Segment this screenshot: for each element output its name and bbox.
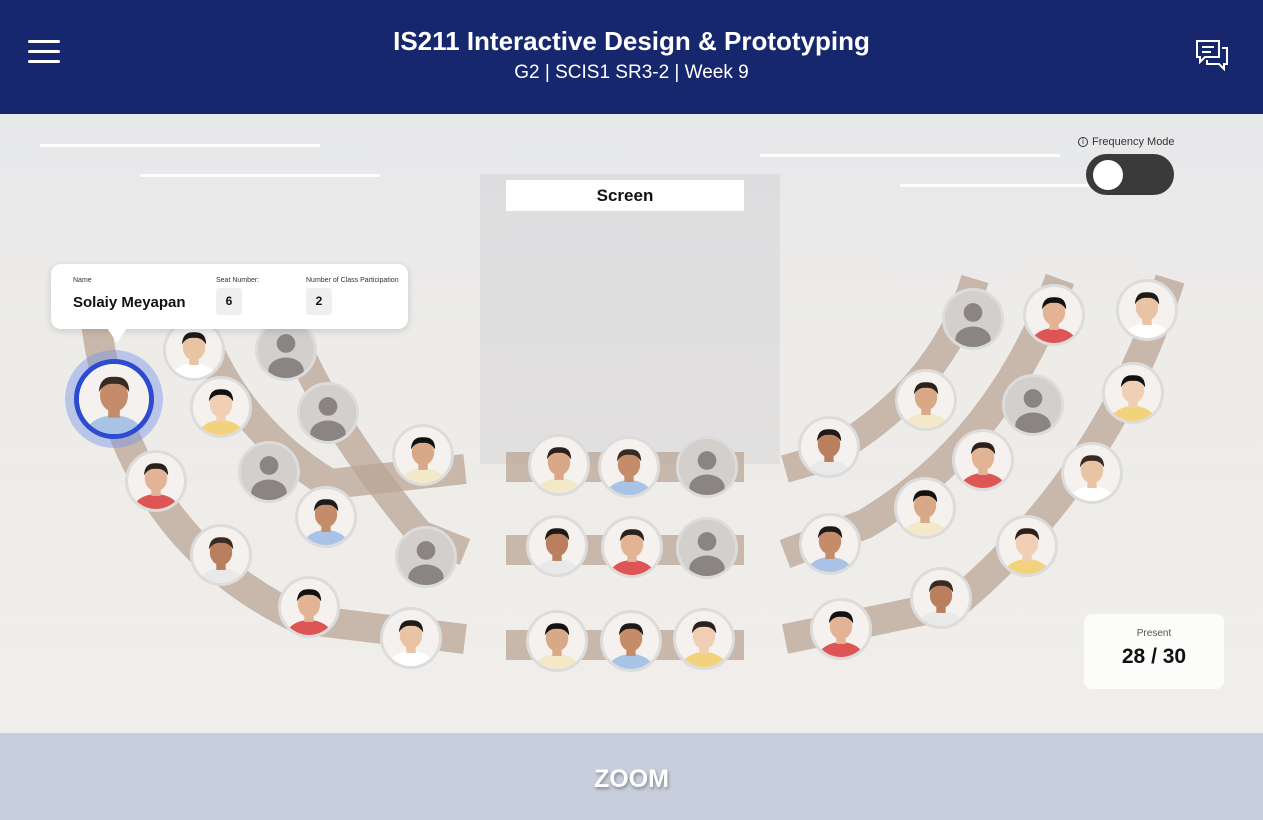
empty-seat[interactable] [676,436,738,498]
student-seat[interactable] [1116,279,1178,341]
empty-seat[interactable] [942,288,1004,350]
course-title: IS211 Interactive Design & Prototyping [393,26,870,56]
student-photo [193,379,249,435]
student-photo [813,601,869,657]
name-label: Name [73,277,92,284]
student-seat[interactable] [528,434,590,496]
student-photo [395,427,451,483]
selected-student-seat[interactable] [74,359,154,439]
user-placeholder-icon [398,529,454,585]
student-photo [601,439,657,495]
student-photo [79,364,149,434]
student-seat[interactable] [894,477,956,539]
student-photo [603,613,659,669]
student-seat[interactable] [895,369,957,431]
student-photo [604,519,660,575]
app-header: IS211 Interactive Design & Prototyping G… [0,0,1263,114]
student-seat[interactable] [392,424,454,486]
student-seat[interactable] [190,524,252,586]
student-photo [529,518,585,574]
seat-number-value: 6 [216,288,242,315]
student-seat[interactable] [673,608,735,670]
zoom-button[interactable]: ZOOM [594,765,669,794]
student-seat[interactable] [380,607,442,669]
student-seat[interactable] [125,450,187,512]
student-seat[interactable] [598,436,660,498]
chat-bubbles-icon[interactable] [1194,38,1230,74]
student-photo [955,432,1011,488]
user-placeholder-icon [945,291,1001,347]
student-seat[interactable] [295,486,357,548]
student-seat[interactable] [910,567,972,629]
empty-seat[interactable] [676,517,738,579]
student-photo [801,419,857,475]
user-placeholder-icon [1005,377,1061,433]
empty-seat[interactable] [297,382,359,444]
student-seat[interactable] [526,610,588,672]
student-photo [166,322,222,378]
student-photo [529,613,585,669]
student-photo [898,372,954,428]
student-photo [897,480,953,536]
student-photo [802,516,858,572]
student-seat[interactable] [798,416,860,478]
student-photo [913,570,969,626]
session-subtitle: G2 | SCIS1 SR3-2 | Week 9 [514,62,749,83]
empty-seat[interactable] [238,441,300,503]
user-placeholder-icon [258,322,314,378]
student-seat[interactable] [600,610,662,672]
student-seat[interactable] [810,598,872,660]
student-seat[interactable] [601,516,663,578]
student-photo [1119,282,1175,338]
empty-seat[interactable] [1002,374,1064,436]
student-photo [298,489,354,545]
student-seat[interactable] [190,376,252,438]
student-photo [531,437,587,493]
student-seat[interactable] [278,576,340,638]
student-seat[interactable] [1102,362,1164,424]
empty-seat[interactable] [395,526,457,588]
seat-number-label: Seat Number: [216,277,260,284]
student-photo [1026,287,1082,343]
participation-value: 2 [306,288,332,315]
student-photo [1064,445,1120,501]
student-photo [383,610,439,666]
user-placeholder-icon [300,385,356,441]
student-info-popover: Name Solaiy Meyapan Seat Number: 6 Numbe… [51,264,408,343]
student-photo [999,518,1055,574]
student-seat[interactable] [799,513,861,575]
user-placeholder-icon [679,520,735,576]
user-placeholder-icon [241,444,297,500]
student-seat[interactable] [996,515,1058,577]
student-photo [1105,365,1161,421]
zoom-bar: ZOOM [0,733,1263,820]
student-seat[interactable] [526,515,588,577]
classroom-seating-map: Screen i Frequency Mode Name Solaiy Meyap… [0,114,1263,733]
student-seat[interactable] [952,429,1014,491]
student-photo [128,453,184,509]
student-photo [193,527,249,583]
student-name: Solaiy Meyapan [73,294,186,311]
student-photo [281,579,337,635]
student-photo [676,611,732,667]
student-seat[interactable] [1023,284,1085,346]
participation-label: Number of Class Participation [306,277,399,284]
user-placeholder-icon [679,439,735,495]
student-seat[interactable] [1061,442,1123,504]
